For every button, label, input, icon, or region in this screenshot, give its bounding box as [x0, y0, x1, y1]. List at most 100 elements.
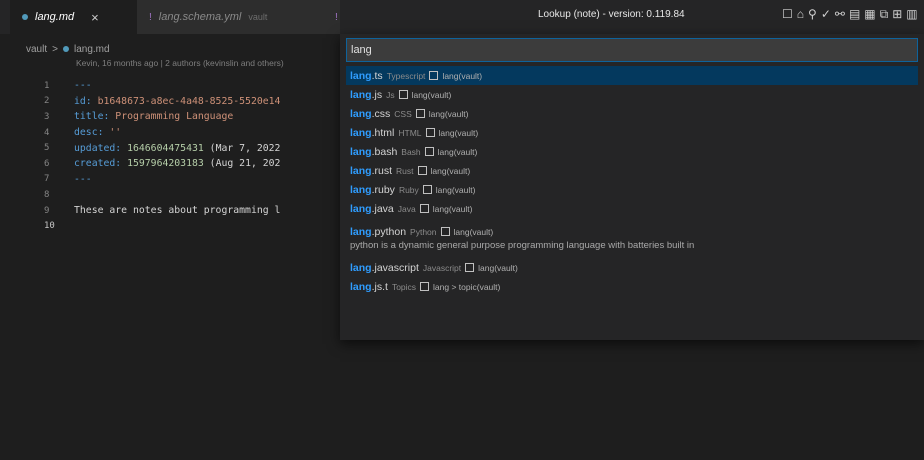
code-token: (Mar 7, 2022 — [203, 142, 281, 154]
lookup-result-item[interactable]: lang.html HTML lang(vault) — [346, 123, 918, 142]
table-icon[interactable]: ▦ — [864, 7, 875, 22]
pin-icon[interactable]: ⚲ — [808, 7, 817, 22]
result-detail: lang(vault) — [428, 108, 469, 119]
code-token: created: — [74, 158, 128, 170]
link-icon[interactable]: ⚯ — [835, 7, 845, 22]
code-line[interactable]: 1 --- — [26, 78, 346, 94]
breadcrumb-separator: > — [52, 43, 58, 55]
split-icon[interactable]: ▤ — [849, 7, 860, 22]
lookup-result-item[interactable]: lang.python Python lang(vault) python is a … — [346, 218, 918, 258]
result-label-rest: .css — [371, 107, 391, 120]
result-description: Js — [386, 89, 395, 100]
result-label: lang.bash — [350, 146, 397, 158]
lookup-result-item[interactable]: lang.css CSS lang(vault) — [346, 104, 918, 123]
line-number: 7 — [44, 174, 50, 185]
result-label-rest: .ts — [371, 69, 383, 82]
line-number: 8 — [44, 189, 50, 200]
line-content: updated: 1646604475431 (Mar 7, 2022 — [74, 143, 280, 154]
result-label: lang.java — [350, 203, 394, 215]
code-line[interactable]: 8 — [26, 187, 346, 203]
lookup-result-row: lang.ts Typescript lang(vault) — [350, 70, 482, 82]
building-icon[interactable]: ⌂ — [797, 7, 804, 22]
result-description: Rust — [396, 165, 414, 176]
breadcrumb-root[interactable]: vault — [26, 44, 47, 55]
code-line[interactable]: 9 These are notes about programming l — [26, 203, 346, 219]
line-number: 5 — [44, 143, 50, 154]
result-description: Python — [410, 226, 437, 237]
result-detail: lang(vault) — [432, 203, 473, 214]
tab-lang-md[interactable]: lang.md × — [10, 0, 137, 34]
code-token: title: — [74, 111, 116, 123]
result-label: lang.javascript — [350, 262, 419, 274]
lookup-result-row: lang.java Java lang(vault) — [350, 203, 472, 215]
check-icon[interactable]: ✓ — [821, 7, 831, 22]
line-content: title: Programming Language — [74, 111, 233, 122]
grid-icon[interactable]: ▥ — [906, 7, 917, 22]
result-label-rest: .bash — [371, 145, 398, 158]
lookup-result-row: lang.rust Rust lang(vault) — [350, 165, 470, 177]
result-label-rest: .java — [371, 202, 394, 215]
markdown-file-icon — [62, 46, 69, 52]
square-icon[interactable]: ☐ — [782, 7, 793, 22]
close-icon[interactable]: × — [91, 10, 99, 25]
lookup-result-row: lang.css CSS lang(vault) — [350, 108, 468, 120]
code-line[interactable]: 5 updated: 1646604475431 (Mar 7, 2022 — [26, 140, 346, 156]
lookup-result-item[interactable]: lang.js Js lang(vault) — [346, 85, 918, 104]
lookup-result-item[interactable]: lang.javascript Javascript lang(vault) — [346, 258, 918, 277]
code-line[interactable]: 3 title: Programming Language — [26, 109, 346, 125]
vault-icon — [419, 204, 429, 213]
vault-icon — [422, 185, 432, 194]
markdown-file-icon — [22, 14, 28, 20]
result-label: lang.rust — [350, 165, 392, 177]
match-highlight: lang — [350, 225, 372, 238]
result-detail: lang(vault) — [442, 70, 483, 81]
lookup-result-item[interactable]: lang.ts Typescript lang(vault) — [346, 66, 918, 85]
result-detail: lang(vault) — [438, 127, 479, 138]
code-token: 1597964203183 — [127, 158, 204, 170]
line-content: These are notes about programming l — [74, 205, 280, 216]
line-number: 3 — [44, 111, 50, 122]
lookup-input[interactable] — [346, 38, 918, 62]
code-line[interactable]: 10 — [26, 218, 346, 234]
result-label: lang.css — [350, 108, 390, 120]
result-description: Javascript — [422, 262, 462, 273]
plus-box-icon[interactable]: ⊞ — [892, 7, 902, 22]
result-label: lang.html — [350, 127, 394, 139]
yaml-file-icon: ! — [149, 11, 152, 23]
lookup-result-item[interactable]: lang.ruby Ruby lang(vault) — [346, 180, 918, 199]
code-token: (Aug 21, 202 — [203, 158, 281, 170]
code-line[interactable]: 4 desc: '' — [26, 125, 346, 141]
line-content: --- — [74, 174, 92, 185]
result-label-rest: .html — [371, 126, 395, 139]
vault-icon — [420, 282, 430, 291]
code-token: These are notes about programming l — [74, 205, 281, 217]
result-description: HTML — [398, 127, 422, 138]
code-line[interactable]: 6 created: 1597964203183 (Aug 21, 202 — [26, 156, 346, 172]
vault-icon — [417, 166, 427, 175]
lookup-result-item[interactable]: lang.java Java lang(vault) — [346, 199, 918, 218]
result-detail: lang(vault) — [435, 184, 476, 195]
lookup-title: Lookup (note) - version: 0.119.84 — [538, 9, 685, 20]
line-number: 4 — [44, 127, 50, 138]
result-detail: lang(vault) — [453, 226, 494, 237]
git-blame-annotation[interactable]: Kevin, 16 months ago | 2 authors (kevins… — [76, 58, 346, 68]
lookup-result-row: lang.bash Bash lang(vault) — [350, 146, 477, 158]
lookup-result-item[interactable]: lang.bash Bash lang(vault) — [346, 142, 918, 161]
code-line[interactable]: 2 id: b1648673-a8ec-4a48-8525-5520e14 — [26, 94, 346, 110]
breadcrumb-file[interactable]: lang.md — [74, 44, 110, 55]
editor-code-area[interactable]: 1 --- 2 id: b1648673-a8ec-4a48-8525-5520e14… — [26, 78, 346, 234]
line-number: 6 — [44, 158, 50, 169]
copy-icon[interactable]: ⧉ — [880, 7, 889, 22]
result-label-rest: .javascript — [371, 261, 419, 274]
tab-lang-schema-yml[interactable]: ! lang.schema.yml vault — [137, 0, 327, 34]
match-highlight: lang — [350, 69, 372, 82]
result-description: Bash — [401, 146, 421, 157]
lookup-result-item[interactable]: lang.rust Rust lang(vault) — [346, 161, 918, 180]
code-line[interactable]: 7 --- — [26, 172, 346, 188]
tab-label: lang.md — [35, 11, 75, 23]
result-label-rest: .ruby — [371, 183, 395, 196]
lookup-result-row: lang.javascript Javascript lang(vault) — [350, 262, 518, 274]
line-number: 1 — [44, 80, 50, 91]
result-label-rest: .js.t — [371, 280, 388, 293]
lookup-result-item[interactable]: lang.js.t Topics lang > topic(vault) — [346, 277, 918, 296]
